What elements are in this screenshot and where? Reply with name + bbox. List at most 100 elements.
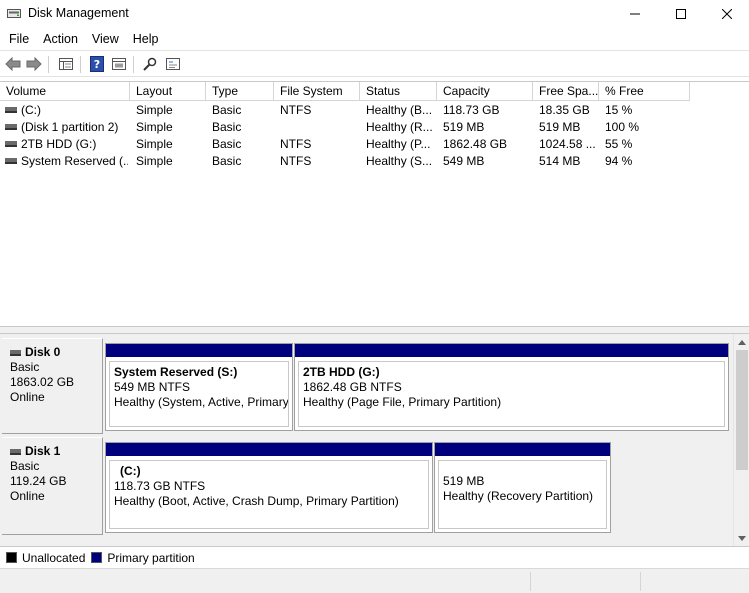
partition-status: Healthy (Page File, Primary Partition) [303, 395, 502, 409]
help-icon: ? [90, 56, 104, 72]
back-button[interactable] [3, 55, 23, 73]
scroll-down-arrow[interactable] [734, 530, 749, 546]
console-button[interactable] [163, 55, 183, 73]
cell-type: Basic [212, 103, 242, 117]
partition-system-reserved[interactable]: System Reserved (S:) 549 MB NTFS Healthy… [105, 343, 293, 431]
title-bar: Disk Management [0, 0, 749, 28]
partition-status: Healthy (Recovery Partition) [443, 489, 594, 503]
table-row[interactable]: System Reserved (... Simple Basic NTFS H… [0, 153, 749, 170]
cell-free-space: 1024.58 ... [539, 137, 596, 151]
disk-icon [10, 349, 21, 356]
menu-view[interactable]: View [85, 29, 126, 49]
volume-icon [5, 158, 17, 164]
cell-volume: 2TB HDD (G:) [21, 137, 97, 151]
menu-action[interactable]: Action [36, 29, 85, 49]
cell-type: Basic [212, 137, 242, 151]
cell-file-system: NTFS [280, 103, 312, 117]
cell-capacity: 549 MB [443, 154, 485, 168]
chevron-down-icon [738, 535, 746, 541]
cell-layout: Simple [136, 103, 173, 117]
cell-capacity: 118.73 GB [443, 103, 500, 117]
column-header-type[interactable]: Type [206, 82, 274, 101]
cell-status: Healthy (P... [366, 137, 431, 151]
partition-c[interactable]: (C:) 118.73 GB NTFS Healthy (Boot, Activ… [105, 442, 433, 533]
column-header-capacity[interactable]: Capacity [437, 82, 533, 101]
table-row[interactable]: (C:) Simple Basic NTFS Healthy (B... 118… [0, 102, 749, 119]
disk-1-size: 119.24 GB [10, 474, 67, 488]
console-icon [166, 58, 180, 70]
disk-0-name: Disk 0 [25, 345, 61, 359]
volume-icon [5, 124, 17, 130]
cell-free-space: 514 MB [539, 154, 581, 168]
disk-1-name: Disk 1 [25, 444, 61, 458]
menu-help[interactable]: Help [126, 29, 166, 49]
toolbar: ? [0, 50, 749, 77]
cell-file-system: NTFS [280, 137, 312, 151]
minimize-icon [630, 13, 640, 15]
disk-0-type: Basic [10, 360, 40, 374]
column-header-status[interactable]: Status [360, 82, 437, 101]
cell-free-space: 18.35 GB [539, 103, 590, 117]
close-icon [722, 9, 732, 19]
disk-graphical-view: Disk 0 Basic 1863.02 GB Online System Re… [0, 334, 733, 546]
partition-status: Healthy (System, Active, Primary [114, 395, 288, 409]
partition-size: 1862.48 GB NTFS [303, 380, 402, 394]
primary-partition-swatch [91, 552, 103, 563]
cell-type: Basic [212, 120, 242, 134]
legend-unallocated: Unallocated [22, 550, 86, 565]
help-button[interactable]: ? [87, 55, 107, 73]
column-header-free-space[interactable]: Free Spa... [533, 82, 599, 101]
partition-size: 118.73 GB NTFS [114, 479, 206, 493]
cell-status: Healthy (R... [366, 120, 433, 134]
cell-capacity: 1862.48 GB [443, 137, 508, 151]
column-header-volume[interactable]: Volume [0, 82, 130, 101]
cell-status: Healthy (S... [366, 154, 433, 168]
minimize-button[interactable] [612, 0, 658, 28]
cell-type: Basic [212, 154, 242, 168]
legend-primary-partition: Primary partition [107, 550, 195, 565]
scroll-up-arrow[interactable] [734, 334, 749, 350]
cell-percent-free: 100 % [605, 120, 640, 134]
cell-file-system [280, 119, 358, 136]
chevron-up-icon [738, 339, 746, 345]
table-row[interactable]: (Disk 1 partition 2) Simple Basic Health… [0, 119, 749, 136]
disk-0-label[interactable]: Disk 0 Basic 1863.02 GB Online [2, 338, 103, 434]
partition-name: (C:) [120, 464, 141, 478]
status-bar [0, 568, 749, 593]
pane-splitter[interactable] [0, 326, 749, 334]
partition-size: 549 MB NTFS [114, 380, 191, 394]
unallocated-swatch [6, 552, 17, 563]
refresh-icon [112, 58, 126, 70]
disk-1-label[interactable]: Disk 1 Basic 119.24 GB Online [2, 437, 103, 535]
refresh-button[interactable] [109, 55, 129, 73]
disk-icon [10, 448, 21, 455]
partition-name: 2TB HDD (G:) [303, 365, 380, 379]
column-header-percent-free[interactable]: % Free [599, 82, 690, 101]
column-header-file-system[interactable]: File System [274, 82, 360, 101]
disk-0-state: Online [10, 390, 45, 404]
window-title: Disk Management [28, 6, 129, 20]
disk-view-scrollbar[interactable] [733, 334, 749, 546]
close-button[interactable] [704, 0, 749, 28]
scroll-thumb[interactable] [736, 350, 748, 470]
partition-recovery[interactable]: 519 MB Healthy (Recovery Partition) [434, 442, 611, 533]
column-header-layout[interactable]: Layout [130, 82, 206, 101]
volume-list[interactable]: Volume Layout Type File System Status Ca… [0, 81, 749, 326]
maximize-button[interactable] [658, 0, 704, 28]
menu-file[interactable]: File [2, 29, 36, 49]
svg-text:?: ? [94, 58, 100, 71]
disk-management-icon [7, 9, 21, 18]
disk-1-type: Basic [10, 459, 40, 473]
disk-1-state: Online [10, 489, 45, 503]
partition-2tb-hdd[interactable]: 2TB HDD (G:) 1862.48 GB NTFS Healthy (Pa… [294, 343, 729, 431]
cell-volume: (C:) [21, 103, 41, 117]
forward-button[interactable] [24, 55, 44, 73]
partition-name: System Reserved (S:) [114, 365, 238, 379]
partition-size: 519 MB [443, 474, 485, 488]
cell-volume: System Reserved (... [21, 154, 128, 168]
menu-bar: File Action View Help [0, 28, 749, 50]
table-row[interactable]: 2TB HDD (G:) Simple Basic NTFS Healthy (… [0, 136, 749, 153]
properties-button[interactable] [56, 55, 76, 73]
cell-layout: Simple [136, 154, 173, 168]
rescan-button[interactable] [140, 55, 160, 73]
